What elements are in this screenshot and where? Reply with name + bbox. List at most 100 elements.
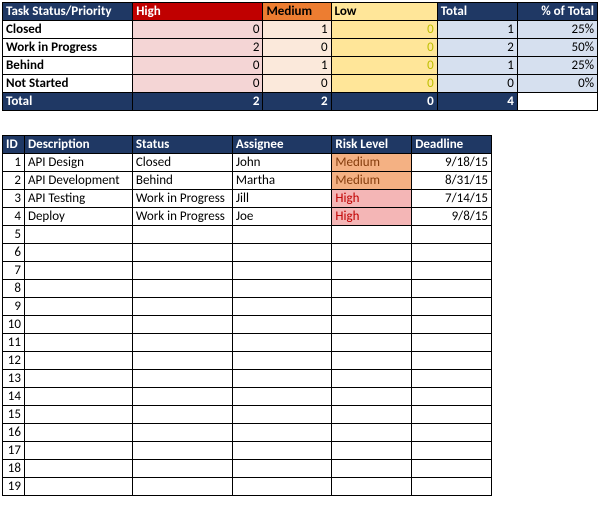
task-row-empty: 12 xyxy=(3,352,492,370)
task-description xyxy=(24,352,132,370)
task-deadline xyxy=(412,352,492,370)
task-id: 17 xyxy=(3,442,25,460)
task-row: 4DeployWork in ProgressJoeHigh9/8/15 xyxy=(3,208,492,226)
task-assignee xyxy=(232,424,332,442)
summary-cell-high: 0 xyxy=(133,21,263,39)
task-id: 3 xyxy=(3,190,25,208)
task-description xyxy=(24,298,132,316)
header-task-status: Task Status/Priority xyxy=(3,3,133,21)
summary-row: Behind010125% xyxy=(3,57,598,75)
task-row-empty: 17 xyxy=(3,442,492,460)
task-table: ID Description Status Assignee Risk Leve… xyxy=(2,135,492,496)
task-deadline xyxy=(412,262,492,280)
summary-cell-low: 0 xyxy=(331,39,437,57)
task-assignee xyxy=(232,352,332,370)
summary-cell-total: 0 xyxy=(437,75,517,93)
task-assignee xyxy=(232,460,332,478)
summary-cell-total: 2 xyxy=(437,39,517,57)
summary-cell-pct: 25% xyxy=(517,57,597,75)
task-status xyxy=(132,388,232,406)
task-risk xyxy=(332,262,412,280)
summary-footer-row: Total 2 2 0 4 xyxy=(3,93,598,111)
summary-cell-low: 0 xyxy=(331,21,437,39)
task-id: 15 xyxy=(3,406,25,424)
header-low: Low xyxy=(331,3,437,21)
task-assignee xyxy=(232,280,332,298)
task-description xyxy=(24,478,132,496)
task-risk xyxy=(332,406,412,424)
task-description xyxy=(24,316,132,334)
task-row-empty: 14 xyxy=(3,388,492,406)
task-assignee: Martha xyxy=(232,172,332,190)
task-deadline xyxy=(412,478,492,496)
task-status: Work in Progress xyxy=(132,190,232,208)
task-status xyxy=(132,244,232,262)
summary-cell-high: 0 xyxy=(133,75,263,93)
task-risk xyxy=(332,388,412,406)
summary-cell-medium: 1 xyxy=(263,57,331,75)
header-medium: Medium xyxy=(263,3,331,21)
task-description xyxy=(24,244,132,262)
task-deadline xyxy=(412,406,492,424)
summary-row: Closed010125% xyxy=(3,21,598,39)
task-id: 11 xyxy=(3,334,25,352)
task-row-empty: 16 xyxy=(3,424,492,442)
summary-cell-medium: 0 xyxy=(263,39,331,57)
task-deadline xyxy=(412,424,492,442)
task-assignee xyxy=(232,226,332,244)
task-deadline xyxy=(412,280,492,298)
task-description: Deploy xyxy=(24,208,132,226)
task-risk xyxy=(332,460,412,478)
task-description xyxy=(24,388,132,406)
summary-row-label: Behind xyxy=(3,57,133,75)
task-description xyxy=(24,460,132,478)
summary-cell-high: 2 xyxy=(133,39,263,57)
task-id: 18 xyxy=(3,460,25,478)
task-assignee xyxy=(232,406,332,424)
task-deadline xyxy=(412,244,492,262)
summary-row-label: Work in Progress xyxy=(3,39,133,57)
task-assignee xyxy=(232,244,332,262)
task-deadline xyxy=(412,388,492,406)
task-description xyxy=(24,424,132,442)
task-deadline xyxy=(412,226,492,244)
task-row-empty: 6 xyxy=(3,244,492,262)
task-assignee: Joe xyxy=(232,208,332,226)
task-header-row: ID Description Status Assignee Risk Leve… xyxy=(3,136,492,154)
task-status xyxy=(132,226,232,244)
task-status xyxy=(132,442,232,460)
task-risk xyxy=(332,298,412,316)
footer-low: 0 xyxy=(331,93,437,111)
summary-cell-medium: 0 xyxy=(263,75,331,93)
task-row-empty: 19 xyxy=(3,478,492,496)
task-row-empty: 11 xyxy=(3,334,492,352)
task-deadline xyxy=(412,334,492,352)
task-status xyxy=(132,280,232,298)
summary-cell-low: 0 xyxy=(331,57,437,75)
task-assignee xyxy=(232,298,332,316)
task-description xyxy=(24,406,132,424)
header-risk-level: Risk Level xyxy=(332,136,412,154)
task-risk xyxy=(332,316,412,334)
task-row: 3API TestingWork in ProgressJillHigh7/14… xyxy=(3,190,492,208)
task-status xyxy=(132,424,232,442)
summary-cell-medium: 1 xyxy=(263,21,331,39)
task-deadline xyxy=(412,442,492,460)
task-row-empty: 7 xyxy=(3,262,492,280)
task-status: Behind xyxy=(132,172,232,190)
task-deadline: 8/31/15 xyxy=(412,172,492,190)
summary-cell-high: 0 xyxy=(133,57,263,75)
task-assignee xyxy=(232,334,332,352)
task-status xyxy=(132,478,232,496)
task-description: API Testing xyxy=(24,190,132,208)
task-row-empty: 5 xyxy=(3,226,492,244)
footer-medium: 2 xyxy=(263,93,331,111)
task-assignee: John xyxy=(232,154,332,172)
header-total: Total xyxy=(437,3,517,21)
task-risk xyxy=(332,352,412,370)
task-status xyxy=(132,406,232,424)
task-row: 1API DesignClosedJohnMedium9/18/15 xyxy=(3,154,492,172)
task-risk xyxy=(332,478,412,496)
task-risk: High xyxy=(332,208,412,226)
header-description: Description xyxy=(24,136,132,154)
